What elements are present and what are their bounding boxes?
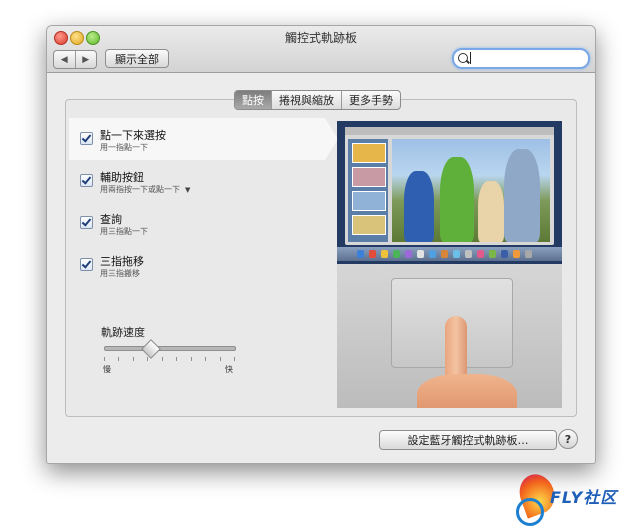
watermark-logo: FLY社区 [510, 469, 638, 526]
tracking-speed-label: 軌跡速度 [101, 326, 145, 339]
forward-arrow-icon: ▶ [82, 54, 90, 65]
tab-bar: 點按 捲視與縮放 更多手勢 [234, 90, 401, 110]
preview-thumbnail [352, 167, 386, 187]
option-subtitle[interactable]: 用兩指按一下或點一下 ▼ [100, 184, 190, 195]
slider-tick [234, 357, 235, 361]
photo-person [504, 149, 540, 242]
setup-bluetooth-trackpad-button[interactable]: 設定藍牙觸控式軌跡板… [379, 430, 557, 450]
preview-thumbnail [352, 191, 386, 211]
search-icon [458, 53, 468, 63]
slider-tick [118, 357, 120, 361]
dock-icon [525, 250, 532, 258]
slider-tick [190, 357, 192, 361]
preview-photo-app [345, 127, 554, 245]
dock-icon [489, 250, 496, 258]
option-subtitle: 用三指搬移 [100, 269, 140, 278]
preview-screen [337, 121, 562, 264]
option-title: 輔助按鈕 [100, 171, 144, 184]
slider-tick [161, 357, 163, 361]
dock-icon [381, 250, 388, 258]
option-subtitle: 用三指點一下 [100, 227, 148, 236]
dock-icon [465, 250, 472, 258]
dropdown-triangle-icon[interactable]: ▼ [185, 186, 190, 194]
secondary-click-checkbox[interactable] [80, 174, 93, 187]
dock-icon [357, 250, 364, 258]
look-up-checkbox[interactable] [80, 216, 93, 229]
option-title: 點一下來選按 [100, 129, 166, 142]
slider-tick [219, 357, 221, 361]
option-subtitle: 用一指點一下 [100, 143, 148, 152]
three-finger-drag-checkbox[interactable] [80, 258, 93, 271]
fast-label: 快 [225, 365, 233, 374]
preview-dock [337, 247, 562, 261]
tab-more-gestures[interactable]: 更多手勢 [341, 91, 400, 109]
back-button[interactable]: ◀ [54, 51, 75, 68]
slider-tick [147, 357, 149, 361]
dock-icon [477, 250, 484, 258]
show-all-button[interactable]: 顯示全部 [105, 49, 169, 68]
title-bar: 觸控式軌跡板 ◀ ▶ 顯示全部 [47, 26, 595, 73]
option-secondary-click[interactable]: 輔助按鈕 用兩指按一下或點一下 ▼ [69, 160, 325, 202]
option-look-up[interactable]: 查詢 用三指點一下 [69, 202, 325, 244]
watermark-text: FLY社区 [550, 488, 618, 507]
dock-icon [429, 250, 436, 258]
dock-icon [417, 250, 424, 258]
forward-button[interactable]: ▶ [74, 51, 97, 68]
slider-tick [104, 357, 105, 361]
dock-icon [441, 250, 448, 258]
option-title: 三指拖移 [100, 255, 144, 268]
option-three-finger-drag[interactable]: 三指拖移 用三指搬移 [69, 244, 325, 286]
slider-ticks [104, 357, 235, 362]
photo-person [404, 171, 434, 242]
preview-family-photo [392, 139, 550, 242]
dock-icon [405, 250, 412, 258]
tab-click[interactable]: 點按 [235, 91, 271, 109]
preview-thumbnail [352, 143, 386, 163]
dock-icon [393, 250, 400, 258]
dock-icon [369, 250, 376, 258]
tap-to-click-checkbox[interactable] [80, 132, 93, 145]
preview-toolbar [345, 127, 554, 135]
dock-icon [513, 250, 520, 258]
search-field[interactable] [452, 48, 590, 69]
tab-scroll-zoom[interactable]: 捲視與縮放 [271, 91, 341, 109]
slider-tick [205, 357, 207, 361]
preferences-window: 觸控式軌跡板 ◀ ▶ 顯示全部 點按 捲視與縮放 更多手勢 點一下來選按 用一指… [46, 25, 596, 464]
secondary-click-mode-label: 用兩指按一下或點一下 [100, 185, 180, 194]
slider-tick [176, 357, 178, 361]
back-arrow-icon: ◀ [60, 54, 68, 65]
ring-icon [516, 498, 544, 526]
preview-thumbnail [352, 215, 386, 235]
hand-illustration [417, 374, 517, 408]
preview-trackpad-scene [337, 264, 562, 408]
dock-icon [501, 250, 508, 258]
preview-thumbnails [348, 139, 388, 242]
slow-label: 慢 [103, 365, 111, 374]
help-button[interactable]: ? [558, 429, 578, 449]
photo-person [440, 157, 474, 242]
option-title: 查詢 [100, 213, 122, 226]
photo-person [478, 181, 504, 242]
back-forward-buttons: ◀ ▶ [53, 50, 97, 69]
gesture-preview-video [337, 121, 562, 408]
search-input[interactable] [470, 51, 584, 66]
slider-tick [132, 357, 134, 361]
tracking-speed-slider-track[interactable] [104, 346, 236, 351]
option-tap-to-click[interactable]: 點一下來選按 用一指點一下 [69, 118, 338, 160]
dock-icon [453, 250, 460, 258]
window-title: 觸控式軌跡板 [284, 31, 357, 45]
